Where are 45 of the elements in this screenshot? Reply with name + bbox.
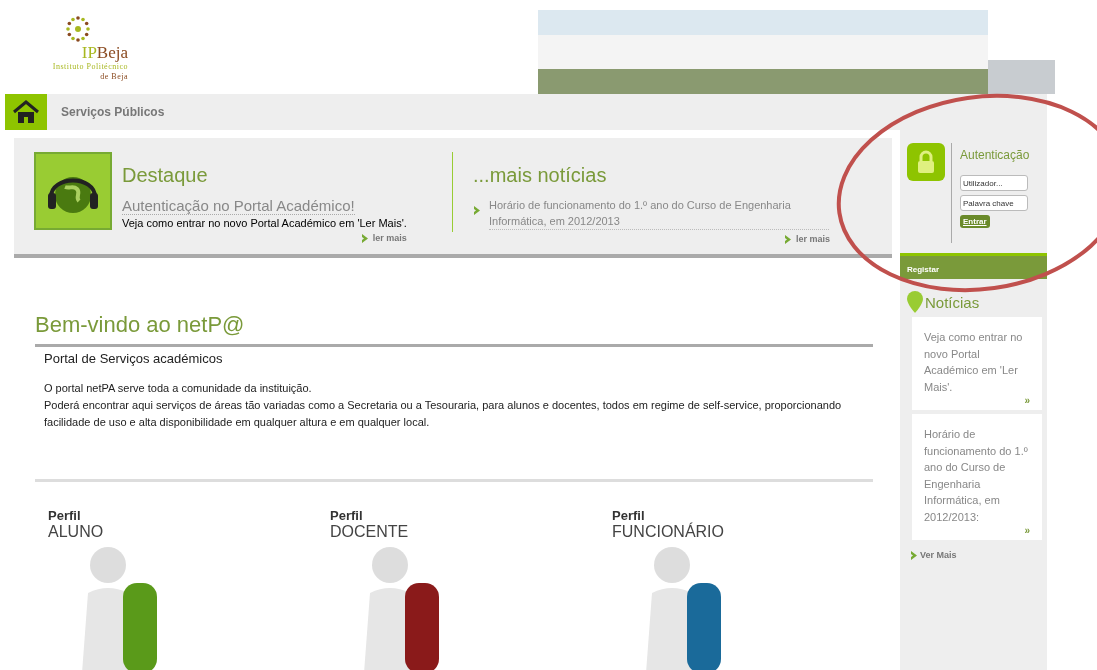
profile-name: FUNCIONÁRIO xyxy=(612,523,724,541)
globe-headphones-icon xyxy=(34,152,112,230)
section-title: ...mais notícias xyxy=(473,164,608,187)
profile-label: Perfil xyxy=(48,508,81,523)
chevron-icon xyxy=(473,206,481,215)
login-button[interactable]: Entrar xyxy=(960,215,990,228)
profile-link[interactable]: Perfil ALUNO xyxy=(48,508,330,670)
home-icon xyxy=(12,100,40,124)
chevron-icon xyxy=(360,233,369,243)
read-more-link[interactable]: ler mais xyxy=(360,233,407,243)
chevron-icon xyxy=(910,550,918,560)
profile-name: DOCENTE xyxy=(330,523,409,541)
nav-link[interactable]: Serviços Públicos xyxy=(61,105,165,119)
welcome-title: Bem-vindo ao netP@ xyxy=(35,312,873,347)
highlight-text: Veja como entrar no novo Portal Académico em 'Ler Mais'. xyxy=(122,217,407,229)
news-link[interactable]: Veja como entrar no novo Portal Académico em 'Ler Mais'. xyxy=(924,329,1030,395)
lock-icon xyxy=(907,143,945,181)
more-link[interactable]: » xyxy=(1024,525,1030,536)
chevron-icon xyxy=(783,234,792,244)
read-more-link[interactable]: ler mais xyxy=(783,234,830,244)
news-link[interactable]: Horário de funcionamento do 1.º ano do Curso de Engenharia Informática, em 2012/2013 xyxy=(489,197,829,230)
logo-name: IPBeja xyxy=(81,44,128,62)
profile-link[interactable]: Perfil FUNCIONÁRIO xyxy=(612,508,894,670)
profile-label: Perfil xyxy=(612,508,645,523)
welcome-subtitle: Portal de Serviços académicos xyxy=(44,351,224,366)
username-field[interactable]: Utilizador... xyxy=(960,175,1028,191)
logo-subtitle: Instituto Politécnico xyxy=(52,62,128,72)
welcome-paragraph: O portal netPA serve toda a comunidade da instituição. xyxy=(44,381,313,396)
more-link[interactable]: » xyxy=(1024,395,1030,406)
profile-label: Perfil xyxy=(330,508,363,523)
profile-link[interactable]: Perfil DOCENTE xyxy=(330,508,612,670)
see-more-link[interactable]: Ver Mais xyxy=(910,550,1047,560)
profile-name: ALUNO xyxy=(48,523,104,541)
news-title: Notícias xyxy=(925,293,980,311)
password-field[interactable]: Palavra chave xyxy=(960,195,1028,211)
auth-title: Autenticação xyxy=(960,148,1030,162)
headline-link[interactable]: Autenticação no Portal Académico! xyxy=(122,197,355,215)
welcome-paragraph: Poderá encontrar aqui serviços de áreas tão variadas como a Secretaria ou a Tesouraria, para alunos e docentes, todos em regime de self-service, proporcionando facilidade de uso e alta disponibilidade em qualquer altura e em qualquer local. xyxy=(44,398,843,430)
dots-logo-icon xyxy=(65,14,91,44)
register-link[interactable]: Registar xyxy=(900,253,1047,279)
pin-icon xyxy=(907,291,923,313)
logo-subtitle: de Beja xyxy=(100,72,128,82)
home-button[interactable] xyxy=(5,94,47,130)
section-title: Destaque xyxy=(122,164,209,187)
news-link[interactable]: Horário de funcionamento do 1.º ano do Curso de Engenharia Informática, em 2012/2013: xyxy=(924,426,1030,525)
